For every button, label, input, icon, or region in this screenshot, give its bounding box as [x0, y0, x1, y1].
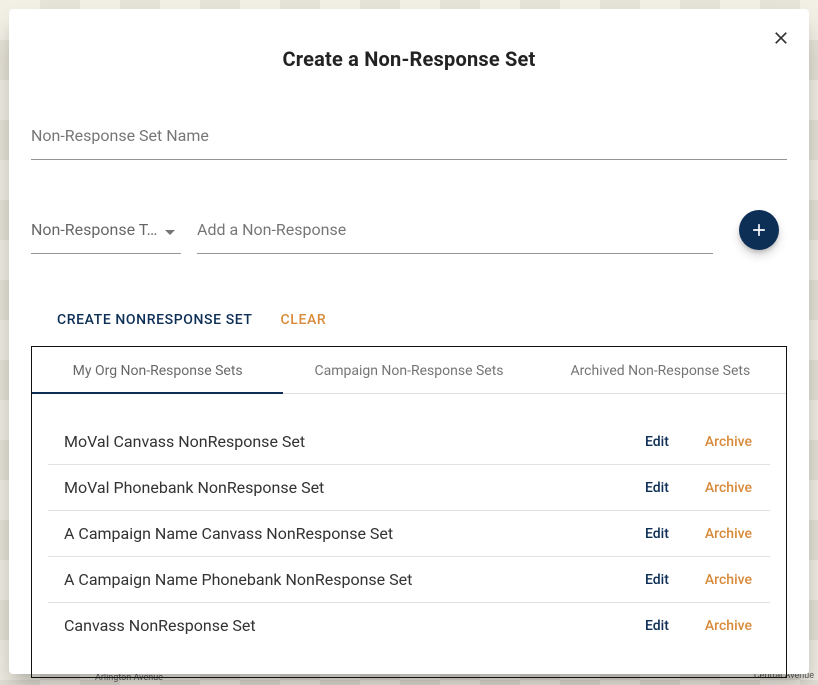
edit-button[interactable]: Edit: [627, 572, 687, 588]
close-icon: [771, 28, 791, 48]
set-name: MoVal Canvass NonResponse Set: [64, 432, 627, 451]
type-select-label: Non-Response T…: [31, 220, 159, 239]
set-name: Canvass NonResponse Set: [64, 616, 627, 635]
list-item: MoVal Canvass NonResponse Set Edit Archi…: [48, 419, 770, 465]
edit-button[interactable]: Edit: [627, 434, 687, 450]
list-item: A Campaign Name Phonebank NonResponse Se…: [48, 557, 770, 603]
modal-title: Create a Non-Response Set: [9, 9, 809, 71]
tab-archived[interactable]: Archived Non-Response Sets: [535, 347, 786, 393]
edit-button[interactable]: Edit: [627, 526, 687, 542]
add-placeholder: Add a Non-Response: [197, 220, 346, 239]
sets-panel: My Org Non-Response Sets Campaign Non-Re…: [31, 346, 787, 678]
archive-button[interactable]: Archive: [687, 480, 770, 496]
list-item: Canvass NonResponse Set Edit Archive: [48, 603, 770, 648]
list-item: A Campaign Name Canvass NonResponse Set …: [48, 511, 770, 557]
name-placeholder: Non-Response Set Name: [31, 126, 209, 145]
nonresponse-set-name-input[interactable]: Non-Response Set Name: [31, 112, 787, 160]
archive-button[interactable]: Archive: [687, 434, 770, 450]
edit-button[interactable]: Edit: [627, 480, 687, 496]
set-name: A Campaign Name Canvass NonResponse Set: [64, 524, 627, 543]
sets-tabs: My Org Non-Response Sets Campaign Non-Re…: [32, 347, 786, 394]
archive-button[interactable]: Archive: [687, 526, 770, 542]
chevron-down-icon: [159, 220, 181, 239]
close-button[interactable]: [771, 28, 795, 52]
create-nonresponse-set-modal: Create a Non-Response Set Non-Response S…: [9, 9, 809, 674]
add-nonresponse-input[interactable]: Add a Non-Response: [197, 206, 713, 254]
set-name: A Campaign Name Phonebank NonResponse Se…: [64, 570, 627, 589]
clear-button[interactable]: CLEAR: [281, 312, 327, 328]
nonresponse-type-select[interactable]: Non-Response T…: [31, 206, 181, 254]
tab-my-org[interactable]: My Org Non-Response Sets: [32, 347, 283, 393]
set-name: MoVal Phonebank NonResponse Set: [64, 478, 627, 497]
sets-list: MoVal Canvass NonResponse Set Edit Archi…: [32, 394, 786, 648]
create-nonresponse-set-button[interactable]: CREATE NONRESPONSE SET: [57, 312, 253, 328]
edit-button[interactable]: Edit: [627, 618, 687, 634]
tab-campaign[interactable]: Campaign Non-Response Sets: [283, 347, 534, 393]
archive-button[interactable]: Archive: [687, 618, 770, 634]
plus-icon: [749, 220, 769, 240]
list-item: MoVal Phonebank NonResponse Set Edit Arc…: [48, 465, 770, 511]
add-nonresponse-button[interactable]: [739, 210, 779, 250]
archive-button[interactable]: Archive: [687, 572, 770, 588]
